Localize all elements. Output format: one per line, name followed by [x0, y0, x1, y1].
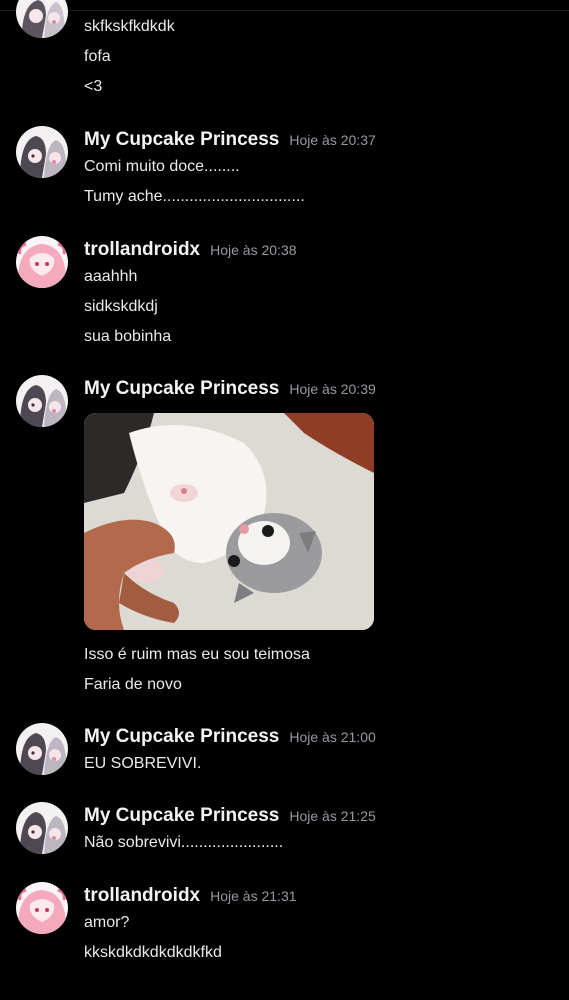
author-name[interactable]: trollandroidx Hoje às 20:38 — [84, 239, 297, 261]
user-avatar[interactable] — [16, 0, 68, 38]
user-avatar[interactable] — [16, 882, 68, 934]
message-timestamp: Hoje às 21:00 — [289, 729, 376, 745]
user-avatar[interactable] — [16, 723, 68, 775]
author-name[interactable]: My Cupcake Princess Hoje às 21:25 — [84, 805, 376, 827]
message-text: aaahhh — [84, 268, 138, 285]
author-name-text[interactable]: trollandroidx — [84, 885, 200, 906]
user-avatar[interactable] — [16, 802, 68, 854]
author-name[interactable]: My Cupcake Princess Hoje às 21:00 — [84, 726, 376, 748]
user-avatar[interactable] — [16, 375, 68, 427]
message-timestamp: Hoje às 20:37 — [289, 132, 376, 148]
top-divider — [0, 10, 569, 11]
message-text: Isso é ruim mas eu sou teimosa — [84, 646, 310, 663]
author-name[interactable]: My Cupcake Princess Hoje às 20:37 — [84, 129, 376, 151]
message-text: sidkskdkdj — [84, 298, 158, 315]
message-text: kkskdkdkdkdkdkfkd — [84, 944, 222, 961]
author-name-text[interactable]: trollandroidx — [84, 239, 200, 260]
message-text: fofa — [84, 48, 111, 65]
message-timestamp: Hoje às 21:25 — [289, 808, 376, 824]
message-timestamp: Hoje às 21:31 — [210, 888, 297, 904]
message-text: amor? — [84, 914, 130, 931]
cupcake-princess-avatar-icon — [16, 723, 68, 775]
message-text: <3 — [84, 78, 103, 95]
message-text: Não sobrevivi....................... — [84, 834, 284, 851]
message-text: skfkskfkdkdk — [84, 18, 175, 35]
message-timestamp: Hoje às 20:39 — [289, 381, 376, 397]
author-name-text[interactable]: My Cupcake Princess — [84, 805, 279, 826]
author-name-text[interactable]: My Cupcake Princess — [84, 726, 279, 747]
cupcake-princess-avatar-icon — [16, 0, 68, 38]
user-avatar[interactable] — [16, 126, 68, 178]
trollandroidx-avatar-icon — [16, 882, 68, 934]
message-text: EU SOBREVIVI. — [84, 755, 202, 772]
kitten-gif-attachment[interactable] — [84, 413, 374, 630]
message-text: Comi muito doce........ — [84, 158, 240, 175]
message-timestamp: Hoje às 20:38 — [210, 242, 297, 258]
message-text: Faria de novo — [84, 676, 182, 693]
author-name[interactable]: My Cupcake Princess Hoje às 20:39 — [84, 378, 376, 400]
cupcake-princess-avatar-icon — [16, 802, 68, 854]
trollandroidx-avatar-icon — [16, 236, 68, 288]
user-avatar[interactable] — [16, 236, 68, 288]
cupcake-princess-avatar-icon — [16, 126, 68, 178]
message-text: Tumy ache...............................… — [84, 188, 305, 205]
author-name[interactable]: trollandroidx Hoje às 21:31 — [84, 885, 297, 907]
author-name-text[interactable]: My Cupcake Princess — [84, 378, 279, 399]
cupcake-princess-avatar-icon — [16, 375, 68, 427]
kitten-image — [84, 413, 374, 630]
message-text: sua bobinha — [84, 328, 172, 345]
author-name-text[interactable]: My Cupcake Princess — [84, 129, 279, 150]
